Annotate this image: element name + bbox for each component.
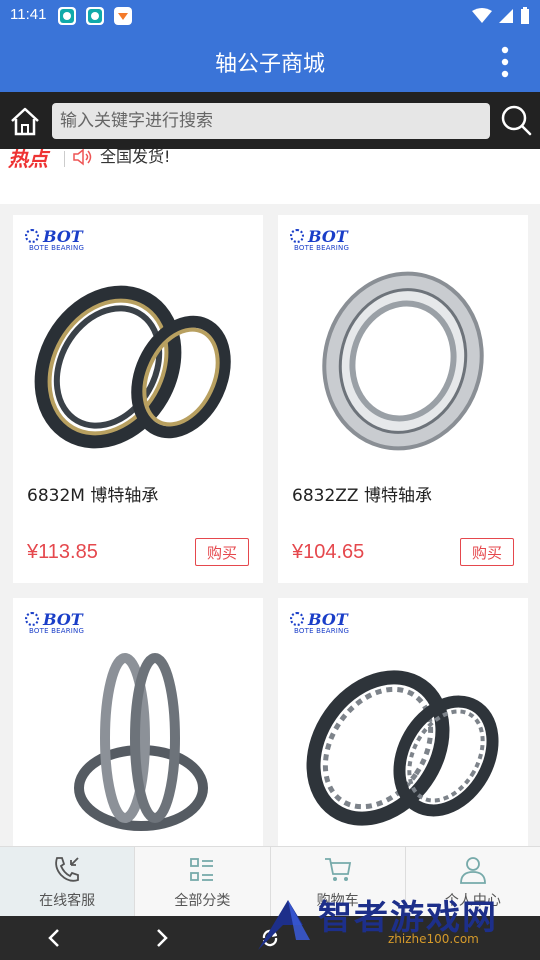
product-image: [322, 271, 484, 451]
battery-icon: [521, 7, 529, 24]
app-title: 轴公子商城: [214, 52, 325, 77]
signal-icon: [499, 9, 513, 23]
back-icon[interactable]: [40, 924, 68, 952]
product-card[interactable]: BOT BOTE BEARING 6832ZZ 博特轴承 ¥104.65 购买: [278, 215, 528, 583]
product-name: 6832ZZ 博特轴承: [292, 486, 432, 506]
watermark: 智者游戏网 zhizhe100.com: [248, 890, 538, 960]
category-list-icon: [190, 858, 214, 881]
brand-logo: BOT BOTE BEARING: [25, 227, 105, 253]
app-bar: 轴公子商城: [0, 32, 540, 92]
product-price: ¥113.85: [27, 541, 98, 563]
notification-app-icon: [114, 7, 132, 25]
brand-logo: BOT BOTE BEARING: [290, 610, 370, 636]
brand-logo: BOT BOTE BEARING: [25, 610, 105, 636]
product-image: [74, 653, 208, 831]
phone-icon: [55, 857, 80, 882]
nav-item-online-service[interactable]: 在线客服: [0, 847, 136, 917]
brand-logo: BOT BOTE BEARING: [290, 227, 370, 253]
search-input[interactable]: [52, 103, 490, 139]
buy-button[interactable]: 购买: [460, 538, 514, 566]
notification-app-icon: [58, 7, 76, 25]
notification-app-icon: [86, 7, 104, 25]
status-time: 11:41: [10, 6, 47, 23]
more-menu-icon[interactable]: [500, 46, 510, 78]
cart-icon: [324, 858, 351, 881]
watermark-url: zhizhe100.com: [388, 932, 479, 946]
product-card[interactable]: BOT BOTE BEARING 6832M 博特轴承 ¥113.85 购买: [13, 215, 263, 583]
watermark-logo: [258, 900, 310, 950]
speaker-icon: [73, 149, 92, 166]
search-row: [0, 92, 540, 149]
hot-text: 全国发货!: [100, 149, 171, 166]
product-card[interactable]: BOT BOTE BEARING: [13, 598, 263, 858]
hot-news-strip[interactable]: 热点 全国发货!: [0, 149, 540, 204]
home-icon[interactable]: [8, 104, 42, 138]
divider: [64, 151, 65, 167]
wifi-icon: [472, 8, 492, 23]
buy-button[interactable]: 购买: [195, 538, 249, 566]
product-card[interactable]: BOT BOTE BEARING: [278, 598, 528, 858]
product-price: ¥104.65: [292, 541, 365, 563]
status-bar: 11:41: [0, 0, 540, 32]
product-image: [34, 285, 231, 449]
status-indicators: [472, 7, 530, 25]
product-name: 6832M 博特轴承: [27, 486, 159, 506]
user-icon: [459, 857, 486, 884]
nav-label: 在线客服: [39, 893, 96, 909]
product-image: [306, 670, 499, 826]
forward-icon[interactable]: [148, 924, 176, 952]
search-icon[interactable]: [500, 104, 532, 136]
hot-tag: 热点: [8, 149, 48, 171]
